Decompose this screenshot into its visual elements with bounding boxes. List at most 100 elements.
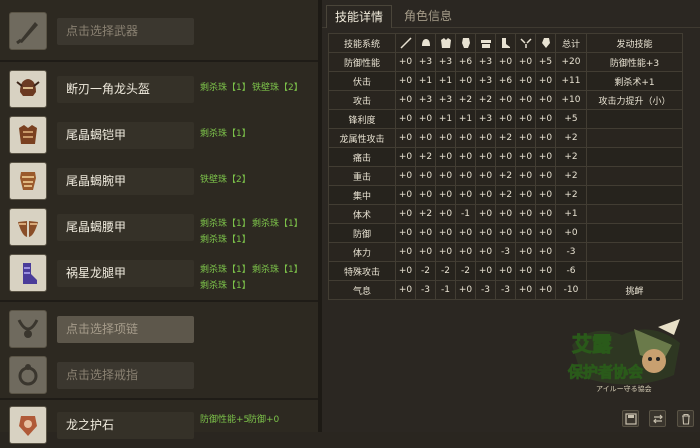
skill-point-cell: +0 (475, 147, 496, 167)
waist-armor-icon (9, 208, 47, 246)
equipment-panel: 点击选择武器 断刃一角龙头盔 剩杀珠【1】 铁壁珠【2】 尾晶蝎铠甲 剩杀珠【1… (0, 0, 318, 444)
ring-select-button[interactable]: 点击选择戒指 (57, 362, 194, 389)
skill-point-cell: +0 (455, 242, 476, 262)
active-skill-cell: 防御性能+3 (586, 52, 683, 72)
waist-armor-name[interactable]: 尾晶蝎腰甲 (57, 214, 194, 241)
weapon-slot[interactable]: 点击选择武器 (0, 8, 318, 54)
legs-col-icon (495, 33, 516, 53)
active-skill-cell (586, 242, 683, 262)
skill-point-cell: +0 (435, 185, 456, 205)
table-row: 伏击 +0 +1 +1 +0 +3 +6 +0 +0 +11 剩杀术+1 (328, 71, 683, 91)
skill-point-cell: +3 (435, 52, 456, 72)
jewel-label: 剩杀珠【1】 (252, 265, 303, 275)
waist-slot[interactable]: 尾晶蝎腰甲 剩杀珠【1】 剩杀珠【1】 剩杀珠【1】 (0, 204, 318, 250)
necklace-select-button[interactable]: 点击选择项链 (57, 316, 194, 343)
skill-point-cell: +0 (395, 128, 416, 148)
decoration-col-icon (515, 33, 536, 53)
tab-character-info[interactable]: 角色信息 (396, 5, 460, 28)
active-skill-cell (586, 166, 683, 186)
leg-armor-name[interactable]: 祸星龙腿甲 (57, 260, 194, 287)
charm-slot[interactable]: 龙之护石 防御性能+5 防御+0 (0, 402, 318, 448)
skill-total-cell: -6 (555, 261, 587, 281)
arm-armor-icon (9, 162, 47, 200)
skill-point-cell: +0 (535, 147, 556, 167)
header-skill-system: 技能系统 (328, 33, 396, 53)
charm-name[interactable]: 龙之护石 (57, 412, 194, 439)
skill-total-cell: -3 (555, 242, 587, 262)
skill-total-cell: -10 (555, 280, 587, 300)
arms-slot[interactable]: 尾晶蝎腕甲 铁壁珠【2】 (0, 158, 318, 204)
necklace-slot[interactable]: 点击选择项链 (0, 306, 318, 352)
skill-total-cell: +20 (555, 52, 587, 72)
header-total: 总计 (555, 33, 587, 53)
skill-point-cell: +0 (535, 261, 556, 281)
skill-point-cell: -1 (435, 280, 456, 300)
table-row: 气息 +0 -3 -1 +0 -3 -3 +0 +0 -10 挑衅 (328, 280, 683, 300)
skill-point-cell: +0 (415, 223, 436, 243)
skill-panel: 技能详情 角色信息 技能系统 总计 发动技能 防御性能 +0 +3 +3 +6 +3 +0 +… (322, 0, 700, 432)
weapon-slot-icon (9, 12, 47, 50)
active-skill-cell (586, 147, 683, 167)
weapon-col-icon (395, 33, 416, 53)
chest-armor-name[interactable]: 尾晶蝎铠甲 (57, 122, 194, 149)
swap-button[interactable] (649, 410, 666, 427)
skill-point-cell: +0 (415, 185, 436, 205)
table-row: 龙属性攻击 +0 +0 +0 +0 +0 +2 +0 +0 +2 (328, 128, 683, 148)
ring-slot[interactable]: 点击选择戒指 (0, 352, 318, 398)
leg-armor-icon (9, 254, 47, 292)
skill-name-cell: 防御 (328, 223, 396, 243)
jewel-label: 剩杀珠【1】 (200, 219, 251, 229)
skill-point-cell: +6 (495, 71, 516, 91)
head-armor-name[interactable]: 断刃一角龙头盔 (57, 76, 194, 103)
skill-point-cell: +0 (455, 166, 476, 186)
skill-point-cell: +1 (415, 71, 436, 91)
tab-skill-details[interactable]: 技能详情 (326, 5, 393, 28)
skill-point-cell: -3 (415, 280, 436, 300)
chest-slot[interactable]: 尾晶蝎铠甲 剩杀珠【1】 (0, 112, 318, 158)
arm-armor-name[interactable]: 尾晶蝎腕甲 (57, 168, 194, 195)
skill-point-cell: +3 (475, 109, 496, 129)
save-button[interactable] (622, 410, 639, 427)
skill-point-cell: +0 (515, 242, 536, 262)
skill-point-cell: +0 (535, 242, 556, 262)
skill-point-cell: +5 (535, 52, 556, 72)
skill-point-cell: +0 (515, 147, 536, 167)
skill-point-cell: +2 (495, 185, 516, 205)
skill-point-cell: +0 (395, 185, 416, 205)
skill-point-cell: +3 (415, 90, 436, 110)
skill-name-cell: 锋利度 (328, 109, 396, 129)
skill-point-cell: +0 (435, 242, 456, 262)
skill-point-cell: +0 (535, 166, 556, 186)
skill-point-cell: +3 (475, 71, 496, 91)
skill-point-cell: -2 (435, 261, 456, 281)
skill-total-cell: +0 (555, 223, 587, 243)
header-active-skill: 发动技能 (586, 33, 683, 53)
skill-name-cell: 攻击 (328, 90, 396, 110)
table-row: 痛击 +0 +2 +0 +0 +0 +0 +0 +0 +2 (328, 147, 683, 167)
waist-col-icon (475, 33, 496, 53)
skill-name-cell: 伏击 (328, 71, 396, 91)
active-skill-cell (586, 128, 683, 148)
skill-point-cell: +0 (495, 204, 516, 224)
jewel-label: 剩杀珠【1】 (200, 281, 251, 291)
arms-col-icon (455, 33, 476, 53)
skill-point-cell: +0 (515, 223, 536, 243)
head-slot[interactable]: 断刃一角龙头盔 剩杀珠【1】 铁壁珠【2】 (0, 66, 318, 112)
skill-point-cell: +0 (535, 185, 556, 205)
skill-point-cell: +0 (515, 166, 536, 186)
logo-subtitle: 保护者协会 (567, 363, 643, 381)
table-row: 防御性能 +0 +3 +3 +6 +3 +0 +0 +5 +20 防御性能+3 (328, 52, 683, 72)
skill-name-cell: 龙属性攻击 (328, 128, 396, 148)
necklace-icon (9, 310, 47, 348)
weapon-select-button[interactable]: 点击选择武器 (57, 18, 194, 45)
skill-point-cell: +1 (455, 109, 476, 129)
skill-point-cell: +0 (495, 109, 516, 129)
skill-point-cell: +0 (535, 280, 556, 300)
skill-point-cell: +0 (435, 166, 456, 186)
delete-button[interactable] (677, 410, 694, 427)
skill-point-cell: +0 (395, 280, 416, 300)
skill-point-cell: +0 (415, 242, 436, 262)
skill-total-cell: +11 (555, 71, 587, 91)
legs-slot[interactable]: 祸星龙腿甲 剩杀珠【1】 剩杀珠【1】 剩杀珠【1】 (0, 250, 318, 296)
skill-name-cell: 体力 (328, 242, 396, 262)
